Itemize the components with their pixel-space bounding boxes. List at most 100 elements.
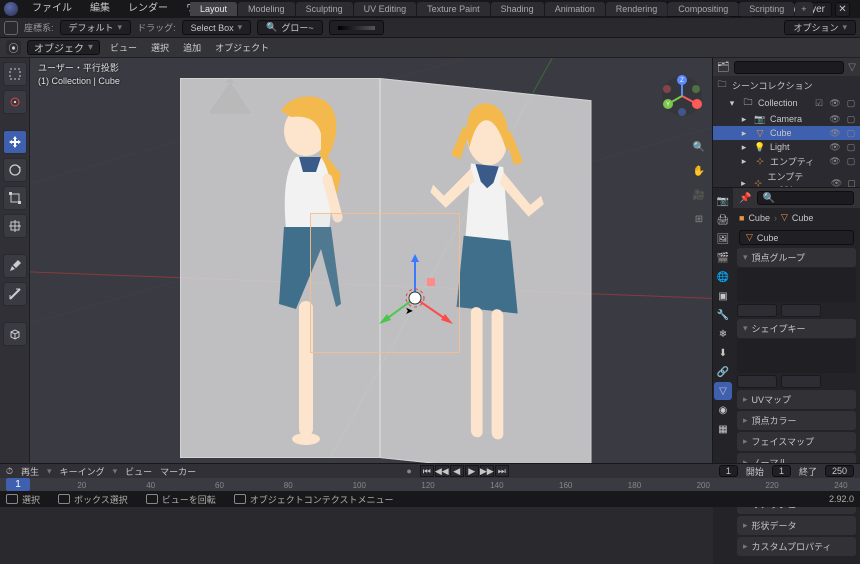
- tl-menu-keying[interactable]: キーイング: [60, 465, 105, 478]
- tool-rotate[interactable]: [3, 158, 27, 182]
- sk-remove-button[interactable]: [781, 375, 821, 388]
- tab-rendering[interactable]: Rendering: [606, 2, 668, 16]
- glow-slider[interactable]: [329, 20, 384, 35]
- orient-label: 座標系:: [24, 21, 54, 34]
- glow-dropdown[interactable]: 🔍 グロー~: [257, 20, 322, 35]
- outliner-row-empty2[interactable]: ▸⊹エンプティ.001 👁▢: [713, 169, 860, 188]
- tl-type-icon[interactable]: ⏱: [6, 466, 13, 477]
- current-frame-field[interactable]: 1: [719, 465, 738, 477]
- ptab-particles-icon[interactable]: ❄: [714, 325, 732, 343]
- options-dropdown[interactable]: オプション ▾: [784, 20, 856, 35]
- ptab-physics-icon[interactable]: ⬇: [714, 344, 732, 362]
- ptab-output-icon[interactable]: 🖨: [714, 211, 732, 229]
- outliner-row-cube[interactable]: ▸▽Cube 👁▢: [713, 126, 860, 140]
- play-rev-icon[interactable]: ◀: [450, 465, 464, 477]
- viewport-3d[interactable]: ユーザー・平行投影 (1) Collection | Cube: [30, 58, 712, 473]
- vp-menu-select[interactable]: 選択: [147, 41, 173, 54]
- tab-modeling[interactable]: Modeling: [238, 2, 295, 16]
- outliner-row-light[interactable]: ▸💡Light 👁▢: [713, 140, 860, 154]
- layer-new-icon[interactable]: ✕: [835, 2, 850, 17]
- snap-toggle-icon[interactable]: [4, 21, 18, 35]
- autokey-icon[interactable]: ●: [406, 466, 411, 476]
- panel-cp-header[interactable]: ▸カスタムプロパティ: [737, 537, 856, 556]
- vp-menu-add[interactable]: 追加: [179, 41, 205, 54]
- tool-transform[interactable]: [3, 214, 27, 238]
- tl-menu-play[interactable]: 再生: [21, 465, 39, 478]
- vg-remove-button[interactable]: [781, 304, 821, 317]
- ptab-object-icon[interactable]: ▣: [714, 287, 732, 305]
- orient-dropdown[interactable]: デフォルト ▾: [60, 20, 132, 35]
- ptab-texture-icon[interactable]: ▦: [714, 420, 732, 438]
- outliner-row-collection-root[interactable]: 🗀シーンコレクション: [713, 76, 860, 94]
- tl-menu-marker[interactable]: マーカー: [160, 465, 196, 478]
- drag-label: ドラッグ:: [137, 21, 176, 34]
- tab-add-icon[interactable]: +: [795, 2, 812, 16]
- vp-menu-object[interactable]: オブジェクト: [211, 41, 273, 54]
- props-pin-icon[interactable]: 📌: [739, 193, 751, 204]
- zoom-icon[interactable]: 🔍: [690, 138, 708, 156]
- outliner-row-camera[interactable]: ▸📷Camera 👁▢: [713, 112, 860, 126]
- ptab-scene-icon[interactable]: 🎬: [714, 249, 732, 267]
- start-frame-field[interactable]: 1: [772, 465, 791, 477]
- jump-start-icon[interactable]: ⏮: [420, 465, 434, 477]
- ptab-render-icon[interactable]: 📷: [714, 192, 732, 210]
- play-fwd-icon[interactable]: ▶: [465, 465, 479, 477]
- panel-uv-header[interactable]: ▸UVマップ: [737, 390, 856, 409]
- ptab-material-icon[interactable]: ◉: [714, 401, 732, 419]
- tab-sculpting[interactable]: Sculpting: [296, 2, 353, 16]
- camera-view-icon[interactable]: 🎥: [690, 186, 708, 204]
- app-logo-icon[interactable]: [4, 2, 18, 16]
- panel-vc-header[interactable]: ▸頂点カラー: [737, 411, 856, 430]
- panel-vg-header[interactable]: ▾頂点グループ: [737, 248, 856, 267]
- tab-scripting[interactable]: Scripting: [739, 2, 794, 16]
- timeline-playhead[interactable]: 1: [6, 478, 30, 491]
- tool-measure[interactable]: [3, 282, 27, 306]
- tool-scale[interactable]: [3, 186, 27, 210]
- menu-file[interactable]: ファイル: [24, 0, 80, 18]
- vp-menu-view[interactable]: ビュー: [106, 41, 141, 54]
- tab-compositing[interactable]: Compositing: [668, 2, 738, 16]
- next-key-icon[interactable]: ▶▶: [480, 465, 494, 477]
- move-gizmo[interactable]: [370, 253, 460, 343]
- ptab-constraints-icon[interactable]: 🔗: [714, 363, 732, 381]
- tab-uvediting[interactable]: UV Editing: [354, 2, 417, 16]
- tool-add-cube[interactable]: [3, 322, 27, 346]
- end-frame-field[interactable]: 250: [825, 465, 854, 477]
- outliner-search-input[interactable]: [734, 61, 845, 74]
- outliner-row-empty1[interactable]: ▸⊹エンプティ 👁▢: [713, 154, 860, 169]
- timeline-track[interactable]: 1 20 40 60 80 100 120 140 160 180 200 22…: [0, 478, 860, 491]
- ptab-modifier-icon[interactable]: 🔧: [714, 306, 732, 324]
- tab-texpaint[interactable]: Texture Paint: [417, 2, 490, 16]
- pan-icon[interactable]: ✋: [690, 162, 708, 180]
- tl-menu-view[interactable]: ビュー: [125, 465, 152, 478]
- editor-type-icon[interactable]: ⦿: [6, 40, 21, 55]
- panel-fm-header[interactable]: ▸フェイスマップ: [737, 432, 856, 451]
- mode-dropdown[interactable]: オブジェク ▾: [27, 40, 100, 55]
- tool-select-box[interactable]: [3, 62, 27, 86]
- sk-add-button[interactable]: [737, 375, 777, 388]
- ptab-viewlayer-icon[interactable]: 🖼: [714, 230, 732, 248]
- tab-shading[interactable]: Shading: [491, 2, 544, 16]
- mesh-data-name-field[interactable]: ▽Cube: [739, 230, 854, 245]
- outliner-type-icon[interactable]: 🗂: [717, 62, 730, 73]
- tab-animation[interactable]: Animation: [545, 2, 605, 16]
- ptab-world-icon[interactable]: 🌐: [714, 268, 732, 286]
- menu-render[interactable]: レンダー: [120, 0, 176, 18]
- persp-ortho-icon[interactable]: ⊞: [690, 210, 708, 228]
- outliner-row-collection[interactable]: ▾🗀Collection ☑👁▢: [713, 94, 860, 112]
- panel-sk-header[interactable]: ▾シェイプキー: [737, 319, 856, 338]
- jump-end-icon[interactable]: ⏭: [495, 465, 509, 477]
- nav-gizmo[interactable]: Z Y: [660, 74, 704, 118]
- tool-cursor[interactable]: [3, 90, 27, 114]
- panel-sd-header[interactable]: ▸形状データ: [737, 516, 856, 535]
- prev-key-icon[interactable]: ◀◀: [435, 465, 449, 477]
- ptab-data-mesh-icon[interactable]: ▽: [714, 382, 732, 400]
- outliner-filter-icon[interactable]: ▽: [848, 62, 856, 73]
- tool-move[interactable]: [3, 130, 27, 154]
- tool-annotate[interactable]: [3, 254, 27, 278]
- tab-layout[interactable]: Layout: [190, 2, 237, 16]
- vg-add-button[interactable]: [737, 304, 777, 317]
- menu-edit[interactable]: 編集: [82, 0, 118, 18]
- props-search-input[interactable]: 🔍: [757, 191, 854, 205]
- drag-dropdown[interactable]: Select Box ▾: [182, 20, 252, 35]
